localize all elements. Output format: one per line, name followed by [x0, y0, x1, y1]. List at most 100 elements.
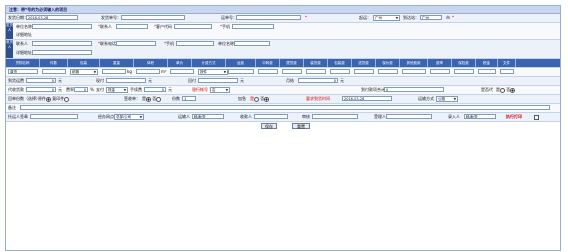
- consignee-detail-label: 详细地址: [16, 50, 32, 55]
- chevron-down-icon: ▼: [453, 97, 456, 101]
- arrival-input[interactable]: 广州: [420, 15, 442, 20]
- consignee-contact-input[interactable]: [32, 41, 92, 46]
- chevron-down-icon: ▼: [395, 16, 398, 20]
- cargo-qty-input[interactable]: [42, 69, 66, 74]
- print-checkbox[interactable]: [534, 114, 539, 120]
- return-unit: 元: [240, 78, 244, 83]
- cargo-fee-input[interactable]: [228, 69, 254, 74]
- cargo-fee-input[interactable]: [378, 69, 398, 74]
- print-checkbox-wrap[interactable]: [534, 113, 539, 121]
- cargo-name-input[interactable]: 普货: [8, 69, 38, 74]
- receipt-copy-radio[interactable]: [64, 96, 70, 102]
- insure-yes-radio[interactable]: [500, 87, 505, 93]
- bank-label: 银行帐号: [192, 87, 208, 92]
- transport-select[interactable]: 公路 ▼: [436, 96, 458, 102]
- monthly-unit: 元: [340, 78, 344, 83]
- insure-no-radio[interactable]: [510, 87, 516, 93]
- cargo-fee-input[interactable]: [306, 69, 326, 74]
- reset-button[interactable]: 重置: [292, 123, 310, 129]
- clerk-input[interactable]: [386, 114, 432, 119]
- chevron-down-icon: ▼: [225, 88, 228, 92]
- cargo-header-cell: 送货费: [352, 59, 376, 67]
- cargo-fee-input[interactable]: [354, 69, 374, 74]
- copies-yes-radio[interactable]: [146, 96, 151, 102]
- cargo-volume-input[interactable]: [136, 69, 160, 74]
- cargo-header-cell: 其他费用: [400, 59, 428, 67]
- chevron-down-icon: ▼: [139, 115, 142, 119]
- collect-unit: 元: [148, 78, 152, 83]
- remark-input[interactable]: [20, 105, 550, 110]
- ship-date-input[interactable]: 2016-03-28: [26, 15, 78, 20]
- inputter-input[interactable]: 韩涛/张: [464, 114, 496, 119]
- consignor-detail-label: 详细地址: [16, 32, 32, 37]
- total-input[interactable]: 0: [384, 87, 444, 92]
- collect-input[interactable]: [106, 78, 146, 83]
- freight-input[interactable]: 0: [26, 78, 56, 83]
- receipt-radio-group[interactable]: 原件 复印件: [38, 95, 70, 103]
- ship-date-label: 发货日期：: [8, 15, 28, 20]
- required-mark: *: [452, 15, 454, 20]
- receipt-original-radio[interactable]: [46, 96, 51, 102]
- cargo-fee-input[interactable]: [454, 69, 474, 74]
- cargo-header-cell: 文件: [498, 59, 516, 67]
- cargo-header-cell: 包装费: [328, 59, 352, 67]
- driver-input[interactable]: 韩涛/张: [192, 114, 224, 119]
- staff-input[interactable]: [30, 114, 78, 119]
- consignor-contact-input[interactable]: [116, 24, 148, 29]
- consignor-phone-input[interactable]: [232, 24, 274, 29]
- monthly-input[interactable]: 0: [298, 78, 338, 83]
- consignor-unit-input[interactable]: [32, 24, 92, 29]
- cargo-fee-input[interactable]: [430, 69, 450, 74]
- cargo-header-cell: 提货费: [280, 59, 304, 67]
- consignee-phone-label: *联系电话: [98, 41, 116, 46]
- footer-row: 托运人签章 经办网点 总部/公司 ▼ 运输人 韩涛/张 收款人 审核 受理人 录入…: [6, 113, 560, 122]
- fee-input[interactable]: 0: [144, 87, 166, 92]
- urgent-radio-group[interactable]: 是 否: [250, 95, 270, 103]
- cargo-price-input[interactable]: [170, 69, 194, 74]
- inputter-label: 录入人: [448, 114, 460, 119]
- cargo-fee-input[interactable]: [402, 69, 426, 74]
- basic-info-row: 发货日期： 2016-03-28 发货单号： 运单号： * 起运： 广州 ▼ 到达…: [6, 14, 560, 23]
- method-select[interactable]: 现金 ▼: [106, 87, 128, 93]
- charge-method-select[interactable]: 按件 ▼: [198, 69, 228, 75]
- cargo-header-cell: 费率: [428, 59, 452, 67]
- copies-radio-group[interactable]: 是 否: [142, 95, 162, 103]
- origin-select[interactable]: 广州 ▼: [373, 15, 400, 21]
- consignee-unit-input[interactable]: [234, 41, 270, 46]
- button-row: 保存 重置: [6, 122, 560, 131]
- return-input[interactable]: [198, 78, 238, 83]
- copies-no-radio[interactable]: [156, 96, 162, 102]
- cargo-fee-input[interactable]: [258, 69, 278, 74]
- cargo-fee-input[interactable]: [282, 69, 302, 74]
- bank-select[interactable]: 否 ▼: [210, 87, 230, 93]
- urgent-yes-radio[interactable]: [254, 96, 259, 102]
- method-label: 支付: [96, 87, 104, 92]
- remark-row: 备注: [6, 104, 560, 113]
- urgent-no-radio[interactable]: [264, 96, 270, 102]
- consignee-block: 收货人 联系人 *联系电话 *手机 单位名称 详细地址: [6, 40, 560, 59]
- volume-unit: m³: [161, 69, 167, 74]
- remark-label: 备注: [8, 105, 16, 110]
- consignee-detail-input[interactable]: [32, 50, 92, 55]
- fee-label: 手续费: [130, 87, 142, 92]
- cargo-weight-input[interactable]: [102, 69, 126, 74]
- keeper-input[interactable]: [312, 114, 358, 119]
- consignee-phone-input[interactable]: [116, 41, 156, 46]
- cargo-fee-input[interactable]: [478, 69, 496, 74]
- consignor-customer-input[interactable]: [174, 24, 212, 29]
- copies-count-input[interactable]: 1: [182, 96, 196, 101]
- cargo-pack-select[interactable]: 纸箱 ▼: [70, 69, 98, 75]
- consignee-mobile-input[interactable]: [176, 41, 214, 46]
- payee-input[interactable]: [254, 114, 288, 119]
- insure-radio-group[interactable]: 是 否: [496, 86, 516, 94]
- delivery-time-input[interactable]: 2016-03-28: [342, 96, 392, 101]
- agent-input[interactable]: 0: [26, 87, 56, 92]
- save-button[interactable]: 保存: [261, 123, 277, 129]
- bill-no-input[interactable]: [236, 15, 301, 20]
- cargo-fee-input[interactable]: [330, 69, 350, 74]
- cargo-fee-input[interactable]: [500, 69, 514, 74]
- handler-select[interactable]: 总部/公司 ▼: [114, 114, 144, 120]
- rate-input[interactable]: 0: [74, 87, 88, 92]
- order-no-input[interactable]: [121, 15, 185, 20]
- cargo-header-cell: 包装: [68, 59, 100, 67]
